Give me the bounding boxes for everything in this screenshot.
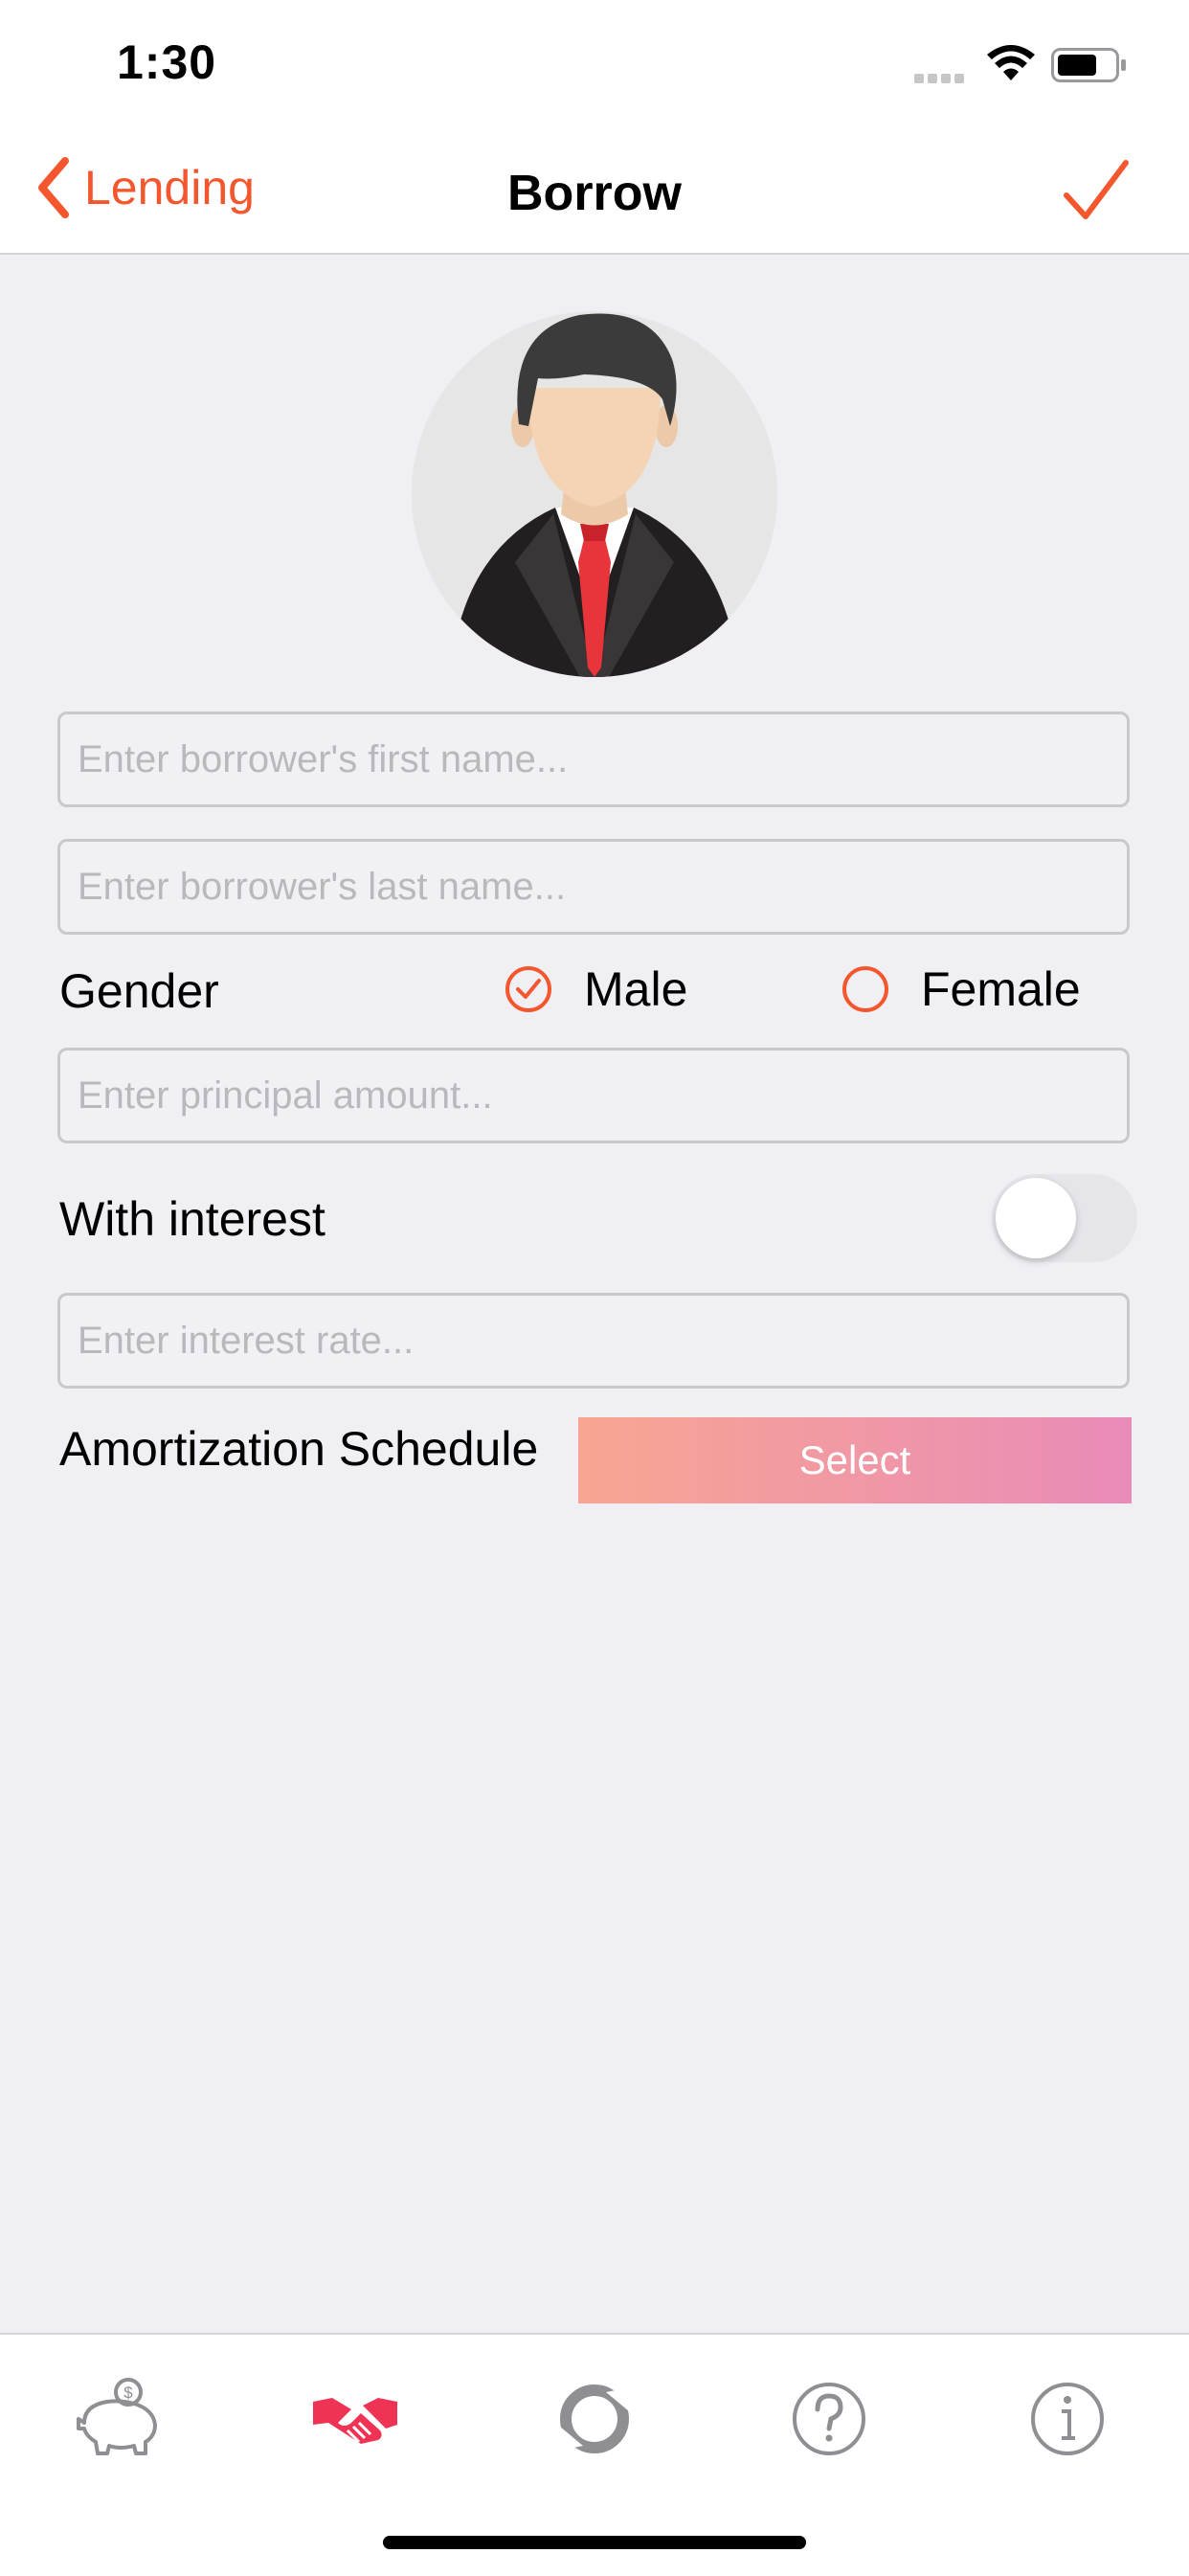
toggle-knob xyxy=(996,1178,1076,1258)
radio-unchecked-icon xyxy=(842,966,888,1012)
with-interest-label: With interest xyxy=(59,1192,325,1246)
avatar[interactable] xyxy=(412,311,777,677)
svg-text:$: $ xyxy=(123,2384,133,2402)
gender-male-label: Male xyxy=(584,962,688,1016)
with-interest-toggle[interactable] xyxy=(992,1174,1137,1262)
page-title: Borrow xyxy=(507,166,682,221)
navigation-bar: Lending Borrow xyxy=(0,126,1189,255)
amortization-select-button[interactable]: Select xyxy=(578,1417,1132,1503)
checkmark-done-icon[interactable] xyxy=(1063,159,1130,222)
interest-rate-field[interactable] xyxy=(57,1293,1130,1389)
status-time: 1:30 xyxy=(117,35,217,89)
refresh-icon[interactable] xyxy=(549,2373,640,2465)
help-icon[interactable] xyxy=(783,2373,875,2465)
cellular-signal-icon xyxy=(914,71,968,88)
businessman-avatar-icon xyxy=(450,313,739,677)
wifi-icon xyxy=(987,45,1035,80)
info-icon[interactable] xyxy=(1021,2373,1113,2465)
gender-label: Gender xyxy=(59,964,219,1018)
gender-female-label: Female xyxy=(921,962,1081,1016)
radio-checked-icon xyxy=(505,966,551,1012)
last-name-field[interactable] xyxy=(57,839,1130,935)
handshake-icon[interactable] xyxy=(309,2373,401,2465)
principal-amount-field[interactable] xyxy=(57,1048,1130,1143)
gender-male-option[interactable]: Male xyxy=(505,960,687,1018)
first-name-field[interactable] xyxy=(57,712,1130,807)
battery-icon xyxy=(1051,48,1126,82)
amortization-schedule-label: Amortization Schedule xyxy=(59,1422,539,1476)
piggy-bank-icon[interactable]: $ xyxy=(73,2373,165,2465)
gender-female-option[interactable]: Female xyxy=(842,960,1081,1018)
home-indicator xyxy=(383,2536,806,2549)
status-bar: 1:30 xyxy=(0,0,1189,126)
